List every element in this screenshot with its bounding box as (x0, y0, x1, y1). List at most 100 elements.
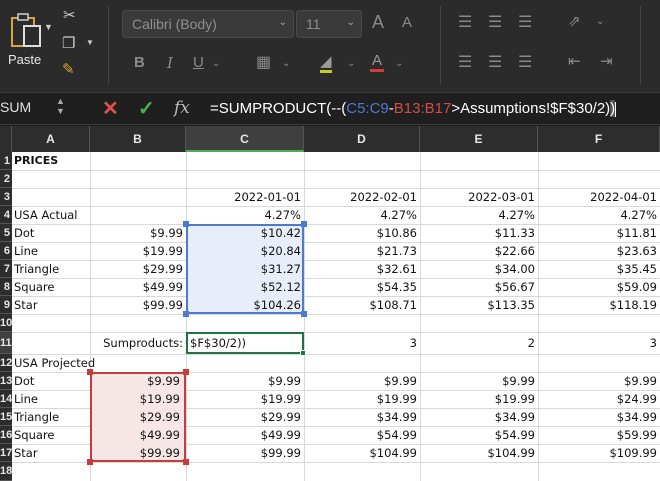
row-header[interactable]: 14 (0, 390, 12, 408)
increase-indent-icon[interactable]: ⇥ (600, 52, 613, 70)
format-painter-icon[interactable]: ✎ (62, 60, 75, 78)
cell-f16[interactable]: $59.99 (538, 426, 660, 444)
align-left-icon[interactable]: ☰ (458, 52, 472, 72)
fill-color-icon[interactable]: ◢ (320, 52, 332, 73)
cancel-icon[interactable]: ✕ (102, 96, 119, 121)
cell-c13[interactable]: $9.99 (186, 372, 304, 390)
cell-c17[interactable]: $99.99 (186, 444, 304, 462)
orientation-icon[interactable]: ⇗ (568, 12, 581, 30)
cell-e15[interactable]: $34.99 (420, 408, 538, 426)
cell-f11[interactable]: 3 (538, 334, 660, 352)
row-header[interactable]: 7 (0, 260, 12, 278)
cell-c7[interactable]: $31.27 (186, 260, 304, 278)
cell-e17[interactable]: $104.99 (420, 444, 538, 462)
decrease-indent-icon[interactable]: ⇤ (568, 52, 581, 70)
cell-a16[interactable]: Square (12, 426, 90, 444)
cell-d3[interactable]: 2022-02-01 (304, 188, 420, 206)
italic-button[interactable]: I (167, 54, 173, 72)
cell-b17[interactable]: $99.99 (90, 444, 186, 462)
align-top-icon[interactable]: ☰ (458, 12, 472, 32)
align-middle-icon[interactable]: ☰ (488, 12, 502, 32)
decrease-font-size-button[interactable]: A (402, 14, 412, 31)
column-header-c[interactable]: C (186, 126, 304, 152)
cell-d6[interactable]: $21.73 (304, 242, 420, 260)
cell-c11[interactable]: $F$30/2)) (188, 334, 302, 352)
bold-button[interactable]: B (134, 54, 145, 71)
cell-c4[interactable]: 4.27% (186, 206, 304, 224)
cell-d9[interactable]: $108.71 (304, 296, 420, 314)
cell-f9[interactable]: $118.19 (538, 296, 660, 314)
row-header[interactable]: 18 (0, 462, 12, 481)
cell-e14[interactable]: $19.99 (420, 390, 538, 408)
paste-button[interactable]: ▼ Paste (4, 8, 56, 72)
cell-d7[interactable]: $32.61 (304, 260, 420, 278)
row-header[interactable]: 3 (0, 188, 12, 206)
row-header[interactable]: 12 (0, 354, 12, 372)
cell-d14[interactable]: $19.99 (304, 390, 420, 408)
cell-b8[interactable]: $49.99 (90, 278, 186, 296)
cell-a6[interactable]: Line (12, 242, 90, 260)
increase-font-size-button[interactable]: A (372, 12, 384, 33)
align-right-icon[interactable]: ☰ (518, 52, 532, 72)
cell-f4[interactable]: 4.27% (538, 206, 660, 224)
cell-b7[interactable]: $29.99 (90, 260, 186, 278)
copy-icon[interactable]: ❐ (62, 34, 75, 52)
cell-b13[interactable]: $9.99 (90, 372, 186, 390)
cell-a15[interactable]: Triangle (12, 408, 90, 426)
row-header[interactable]: 13 (0, 372, 12, 390)
column-header-d[interactable]: D (304, 126, 420, 152)
underline-button[interactable]: U (193, 54, 204, 71)
row-header[interactable]: 1 (0, 152, 12, 170)
row-header[interactable]: 16 (0, 426, 12, 444)
cell-b16[interactable]: $49.99 (90, 426, 186, 444)
row-header[interactable]: 17 (0, 444, 12, 462)
cell-c5[interactable]: $10.42 (186, 224, 304, 242)
cell-b11[interactable]: Sumproducts: (90, 334, 186, 352)
cell-e11[interactable]: 2 (420, 334, 538, 352)
cell-d11[interactable]: 3 (304, 334, 420, 352)
column-header-e[interactable]: E (420, 126, 538, 152)
cell-c16[interactable]: $49.99 (186, 426, 304, 444)
cell-f13[interactable]: $9.99 (538, 372, 660, 390)
borders-icon[interactable]: ▦ (256, 52, 271, 72)
row-header[interactable]: 11 (0, 332, 12, 354)
cell-a4[interactable]: USA Actual (12, 206, 90, 224)
cell-d13[interactable]: $9.99 (304, 372, 420, 390)
cell-d17[interactable]: $104.99 (304, 444, 420, 462)
cell-e13[interactable]: $9.99 (420, 372, 538, 390)
cell-b5[interactable]: $9.99 (90, 224, 186, 242)
cell-e4[interactable]: 4.27% (420, 206, 538, 224)
cell-b14[interactable]: $19.99 (90, 390, 186, 408)
cut-icon[interactable]: ✂ (63, 6, 76, 24)
align-center-icon[interactable]: ☰ (488, 52, 502, 72)
cell-c3[interactable]: 2022-01-01 (186, 188, 304, 206)
row-header[interactable]: 6 (0, 242, 12, 260)
cell-e8[interactable]: $56.67 (420, 278, 538, 296)
name-box[interactable]: SUM (0, 99, 31, 115)
cell-c6[interactable]: $20.84 (186, 242, 304, 260)
cell-e9[interactable]: $113.35 (420, 296, 538, 314)
cell-f6[interactable]: $23.63 (538, 242, 660, 260)
cell-c14[interactable]: $19.99 (186, 390, 304, 408)
select-all-corner[interactable] (0, 126, 12, 152)
column-header-f[interactable]: F (538, 126, 660, 152)
row-header[interactable]: 8 (0, 278, 12, 296)
cell-f14[interactable]: $24.99 (538, 390, 660, 408)
row-header[interactable]: 10 (0, 314, 12, 332)
formula-input[interactable]: =SUMPRODUCT(--(C5:C9-B13:B17>Assumptions… (210, 100, 617, 117)
cell-f17[interactable]: $109.99 (538, 444, 660, 462)
cell-a8[interactable]: Square (12, 278, 90, 296)
insert-function-button[interactable]: fx (174, 98, 190, 118)
cell-d15[interactable]: $34.99 (304, 408, 420, 426)
cell-a12[interactable]: USA Projected (12, 354, 95, 372)
column-header-a[interactable]: A (12, 126, 90, 152)
cell-a7[interactable]: Triangle (12, 260, 90, 278)
font-color-button[interactable]: A (370, 52, 385, 72)
cell-c15[interactable]: $29.99 (186, 408, 304, 426)
cell-d8[interactable]: $54.35 (304, 278, 420, 296)
confirm-icon[interactable]: ✓ (138, 96, 155, 121)
align-bottom-icon[interactable]: ☰ (518, 12, 532, 32)
font-name-select[interactable]: Calibri (Body) ⌄ (122, 10, 294, 38)
cell-a1[interactable]: PRICES (12, 152, 90, 170)
chevron-updown-icon[interactable]: ▲ ▼ (56, 96, 65, 116)
